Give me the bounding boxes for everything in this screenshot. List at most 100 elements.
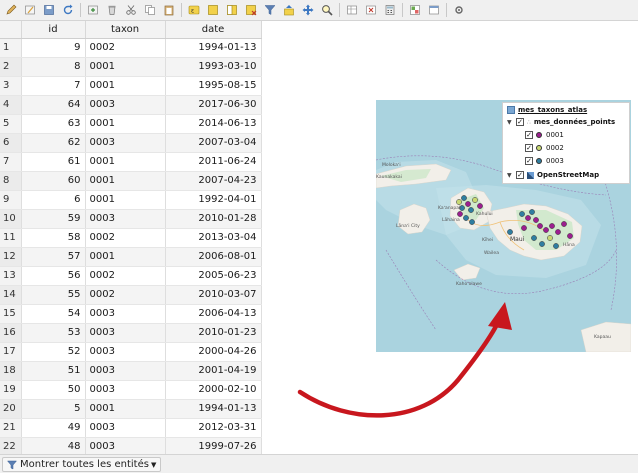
cell-id[interactable]: 6 (21, 190, 86, 210)
table-row[interactable]: 13 56 0002 2005-06-23 (0, 266, 262, 286)
legend-class-row[interactable]: ✓ 0002 (525, 144, 564, 152)
cell-date[interactable]: 1995-08-15 (165, 76, 262, 96)
column-header-id[interactable]: id (21, 21, 86, 39)
cell-id[interactable]: 60 (21, 171, 86, 191)
pencil-toggle-edit-icon[interactable] (4, 3, 18, 17)
show-features-filter-button[interactable]: Montrer toutes les entités ▼ (2, 457, 162, 472)
cell-taxon[interactable]: 0003 (85, 323, 166, 343)
table-row[interactable]: 14 55 0002 2010-03-07 (0, 285, 262, 305)
cell-date[interactable]: 1994-01-13 (165, 38, 262, 58)
table-row[interactable]: 18 51 0003 2001-04-19 (0, 361, 262, 381)
cell-id[interactable]: 58 (21, 228, 86, 248)
cell-taxon[interactable]: 0003 (85, 95, 166, 115)
cell-date[interactable]: 2014-06-13 (165, 114, 262, 134)
cell-date[interactable]: 2013-03-04 (165, 228, 262, 248)
column-header-date[interactable]: date (165, 21, 262, 39)
legend-group-row[interactable]: mes_taxons_atlas (507, 106, 587, 114)
cell-date[interactable]: 2006-04-13 (165, 304, 262, 324)
table-row[interactable]: 4 64 0003 2017-06-30 (0, 95, 262, 115)
cell-date[interactable]: 2005-06-23 (165, 266, 262, 286)
row-number[interactable]: 8 (0, 171, 22, 191)
collapse-arrow-icon[interactable]: ▼ (507, 119, 514, 126)
row-number[interactable]: 18 (0, 361, 22, 381)
cell-id[interactable]: 53 (21, 323, 86, 343)
add-feature-icon[interactable] (86, 3, 100, 17)
cell-taxon[interactable]: 0003 (85, 209, 166, 229)
table-row[interactable]: 3 7 0001 1995-08-15 (0, 76, 262, 96)
cell-taxon[interactable]: 0001 (85, 190, 166, 210)
table-row[interactable]: 19 50 0003 2000-02-10 (0, 380, 262, 400)
move-selection-to-top-icon[interactable] (282, 3, 296, 17)
cell-id[interactable]: 57 (21, 247, 86, 267)
field-calculator-icon[interactable] (383, 3, 397, 17)
corner-header[interactable] (0, 21, 22, 39)
row-number[interactable]: 2 (0, 57, 22, 77)
cell-date[interactable]: 2010-01-23 (165, 323, 262, 343)
class-visibility-checkbox[interactable]: ✓ (525, 144, 533, 152)
legend-basemap-row[interactable]: ▼ ✓ OpenStreetMap (507, 171, 599, 179)
save-edits-icon[interactable] (42, 3, 56, 17)
new-field-icon[interactable] (345, 3, 359, 17)
table-row[interactable]: 21 49 0003 2012-03-31 (0, 418, 262, 438)
cell-date[interactable]: 2006-08-01 (165, 247, 262, 267)
filter-select-icon[interactable] (263, 3, 277, 17)
delete-field-icon[interactable] (364, 3, 378, 17)
layer-visibility-checkbox[interactable]: ✓ (516, 118, 524, 126)
cell-taxon[interactable]: 0001 (85, 152, 166, 172)
table-row[interactable]: 7 61 0001 2011-06-24 (0, 152, 262, 172)
reload-icon[interactable] (61, 3, 75, 17)
cell-taxon[interactable]: 0003 (85, 342, 166, 362)
row-number[interactable]: 19 (0, 380, 22, 400)
cell-taxon[interactable]: 0001 (85, 171, 166, 191)
cell-id[interactable]: 9 (21, 38, 86, 58)
cell-date[interactable]: 1992-04-01 (165, 190, 262, 210)
pan-to-selection-icon[interactable] (301, 3, 315, 17)
row-number[interactable]: 3 (0, 76, 22, 96)
table-row[interactable]: 8 60 0001 2007-04-23 (0, 171, 262, 191)
cell-taxon[interactable]: 0003 (85, 380, 166, 400)
row-number[interactable]: 20 (0, 399, 22, 419)
row-number[interactable]: 5 (0, 114, 22, 134)
cell-id[interactable]: 7 (21, 76, 86, 96)
row-number[interactable]: 21 (0, 418, 22, 438)
map-canvas[interactable]: Molokaʻi Kaunakakai Kaʻanapali Lāhaina L… (376, 100, 631, 352)
table-row[interactable]: 20 5 0001 1994-01-13 (0, 399, 262, 419)
cell-taxon[interactable]: 0003 (85, 361, 166, 381)
layer-visibility-checkbox[interactable]: ✓ (516, 171, 524, 179)
cell-id[interactable]: 55 (21, 285, 86, 305)
cell-id[interactable]: 51 (21, 361, 86, 381)
cell-id[interactable]: 49 (21, 418, 86, 438)
cell-id[interactable]: 52 (21, 342, 86, 362)
row-number[interactable]: 12 (0, 247, 22, 267)
cell-date[interactable]: 1993-03-10 (165, 57, 262, 77)
collapse-arrow-icon[interactable]: ▼ (507, 172, 514, 179)
cell-taxon[interactable]: 0003 (85, 304, 166, 324)
table-row[interactable]: 6 62 0003 2007-03-04 (0, 133, 262, 153)
table-row[interactable]: 11 58 0002 2013-03-04 (0, 228, 262, 248)
cell-date[interactable]: 2001-04-19 (165, 361, 262, 381)
row-number[interactable]: 13 (0, 266, 22, 286)
cell-taxon[interactable]: 0001 (85, 399, 166, 419)
table-row[interactable]: 1 9 0002 1994-01-13 (0, 38, 262, 58)
cell-id[interactable]: 8 (21, 57, 86, 77)
class-visibility-checkbox[interactable]: ✓ (525, 157, 533, 165)
row-number[interactable]: 6 (0, 133, 22, 153)
deselect-all-icon[interactable] (244, 3, 258, 17)
cell-id[interactable]: 62 (21, 133, 86, 153)
zoom-to-selection-icon[interactable] (320, 3, 334, 17)
multi-edit-icon[interactable] (23, 3, 37, 17)
legend-layer-row[interactable]: ▼ ✓ ∴ mes_données_points (507, 118, 615, 126)
table-row[interactable]: 16 53 0003 2010-01-23 (0, 323, 262, 343)
cell-id[interactable]: 56 (21, 266, 86, 286)
select-all-icon[interactable] (206, 3, 220, 17)
table-row[interactable]: 15 54 0003 2006-04-13 (0, 304, 262, 324)
paste-icon[interactable] (162, 3, 176, 17)
dock-icon[interactable] (427, 3, 441, 17)
table-row[interactable]: 10 59 0003 2010-01-28 (0, 209, 262, 229)
cell-id[interactable]: 59 (21, 209, 86, 229)
cut-icon[interactable] (124, 3, 138, 17)
cell-taxon[interactable]: 0002 (85, 285, 166, 305)
row-number[interactable]: 11 (0, 228, 22, 248)
cell-date[interactable]: 2007-04-23 (165, 171, 262, 191)
row-number[interactable]: 4 (0, 95, 22, 115)
